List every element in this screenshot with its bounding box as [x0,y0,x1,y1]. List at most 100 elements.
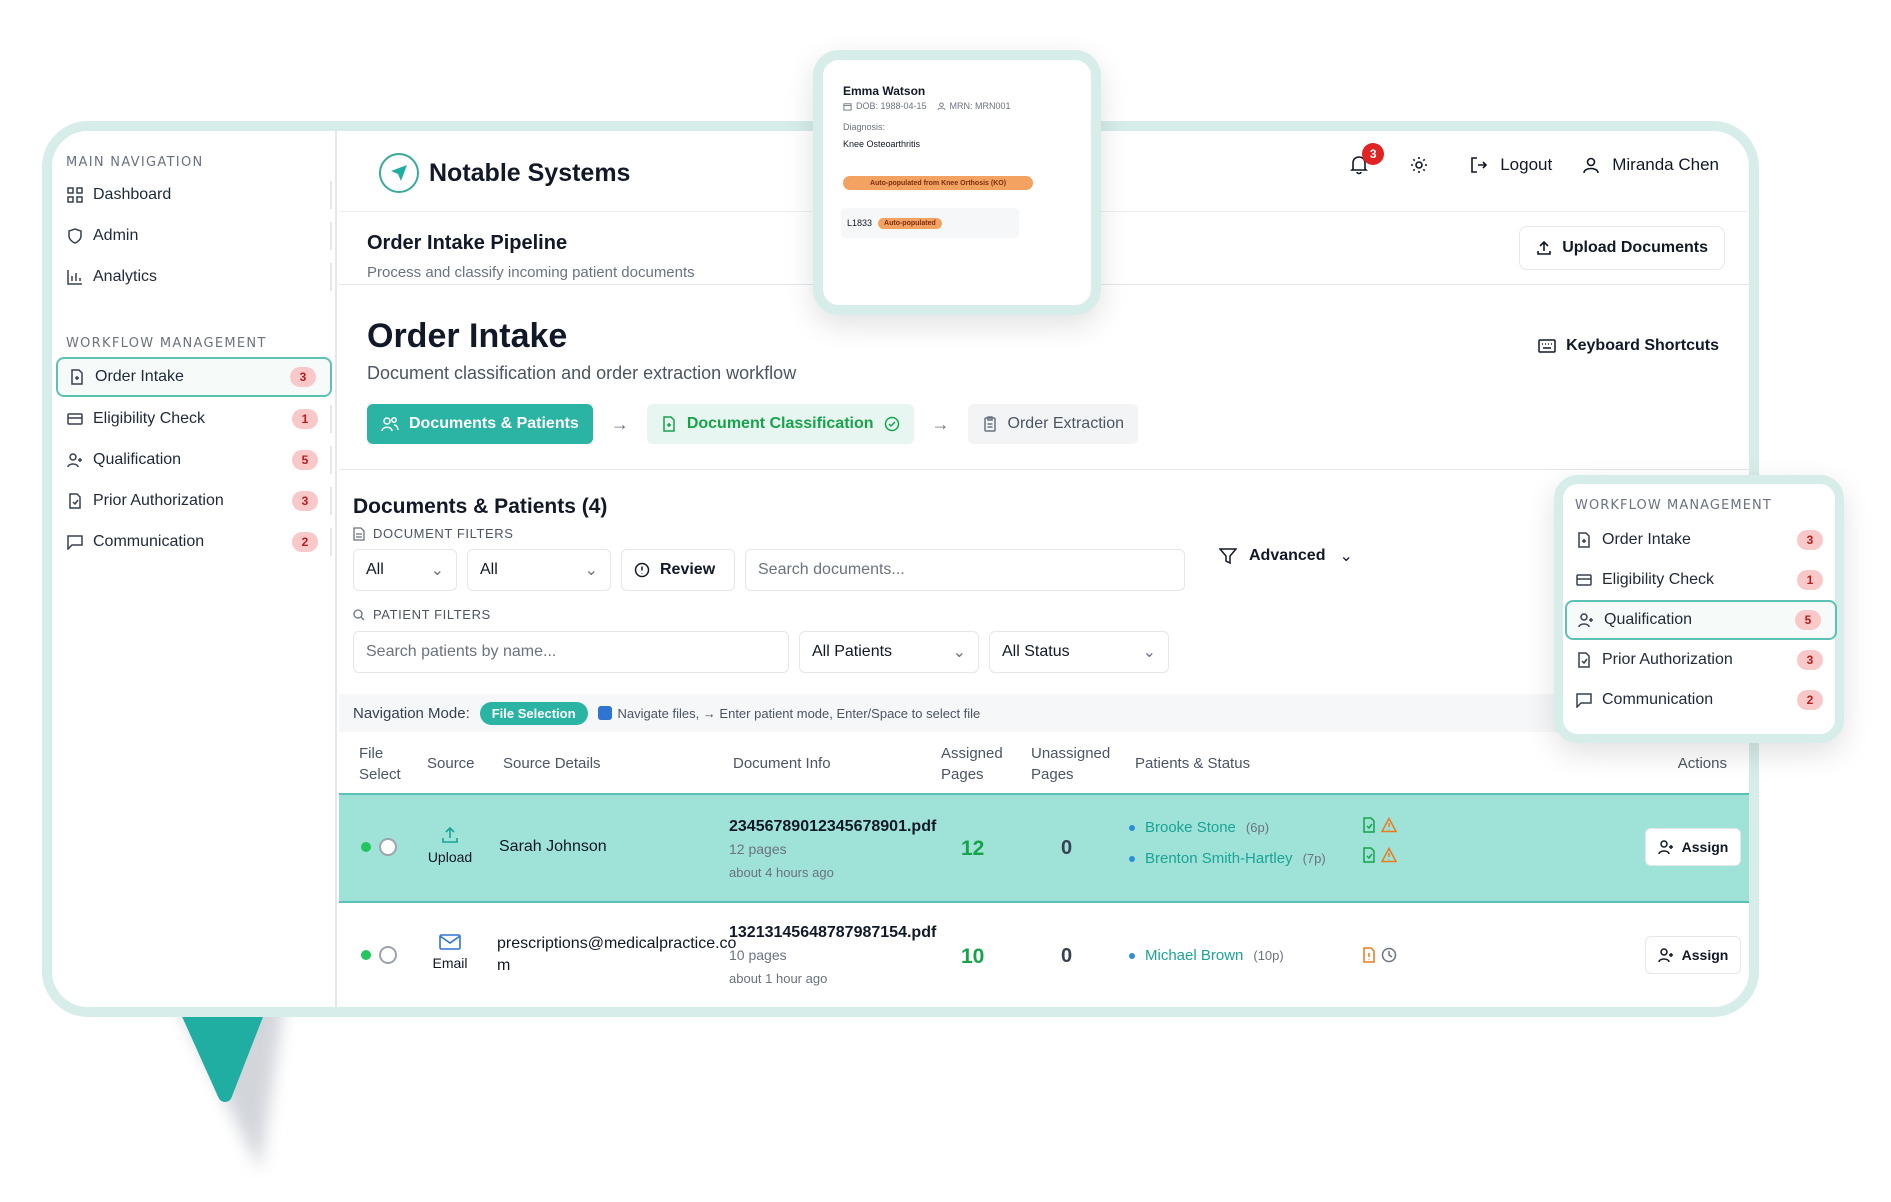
count-badge: 2 [292,532,318,552]
sidebar-item-label: Eligibility Check [1602,571,1715,588]
keyboard-icon [1538,339,1556,353]
file-select-radio[interactable] [379,838,397,856]
search-patients-input[interactable]: Search patients by name... [353,631,789,673]
unassigned-pages: 0 [1061,837,1073,859]
sidebar-item-eligibility-check[interactable]: Eligibility Check 1 [56,399,332,439]
file-name[interactable]: 23456789012345678901.pdf [729,815,936,838]
header-line: Pages [1031,766,1074,783]
header-actions: 3 Logout Miranda Chen [1320,143,1719,175]
logout-button[interactable]: Logout [1470,155,1552,175]
timestamp: about 1 hour ago [729,971,828,986]
navigation-mode-bar: Navigation Mode: File Selection Navigate… [339,694,1749,732]
header-line: Unassigned [1031,745,1111,762]
step-documents-patients[interactable]: Documents & Patients [367,404,593,444]
unassigned-pages: 0 [1061,945,1073,967]
patient-link[interactable]: Michael Brown (10p) [1129,947,1284,964]
file-check-icon [1363,817,1375,833]
keyboard-shortcuts-button[interactable]: Keyboard Shortcuts [1538,337,1719,355]
search-documents-input[interactable]: Search documents... [745,549,1185,591]
check-circle-icon [884,416,899,432]
file-select-radio[interactable] [379,946,397,964]
brand-logo[interactable]: Notable Systems [379,153,630,193]
assign-button[interactable]: Assign [1645,828,1741,866]
advanced-filters-button[interactable]: Advanced ⌄ [1219,546,1353,566]
search-icon [353,608,365,620]
source-details: prescriptions@medicalpractice.co m [497,933,736,977]
sidebar-item-label: Communication [1602,691,1714,708]
patient-name: Brooke Stone [1145,819,1236,836]
sidebar-item-communication[interactable]: Communication 2 [56,522,332,562]
sidebar-item-label: Qualification [93,451,182,468]
assign-button[interactable]: Assign [1645,936,1741,974]
step-label: Documents & Patients [409,415,579,432]
sidebar-item-analytics[interactable]: Analytics [56,257,332,297]
col-header-patients-status: Patients & Status [1135,755,1251,772]
filter-icon [1219,548,1237,565]
chevron-down-icon: ⌄ [584,562,598,579]
patient-pages: (7p) [1302,851,1326,866]
sidebar: MAIN NAVIGATION Dashboard Admin Analytic… [52,131,337,1007]
assigned-pages: 12 [961,837,985,860]
user-plus-icon [1657,840,1673,855]
document-type-select[interactable]: All ⌄ [353,549,457,591]
mrn: MRN: MRN001 [949,101,1011,111]
brand-name: Notable Systems [429,158,631,187]
documents-title: Documents & Patients (4) [353,495,608,518]
sidebar-item-eligibility-check[interactable]: Eligibility Check 1 [1565,560,1837,600]
warning-icon [1381,817,1397,833]
upload-documents-button[interactable]: Upload Documents [1519,226,1725,270]
keyboard-shortcuts-label: Keyboard Shortcuts [1566,337,1719,354]
table-row[interactable]: Email prescriptions@medicalpractice.co m… [339,905,1749,1007]
sidebar-item-label: Qualification [1604,611,1693,628]
sidebar-item-qualification[interactable]: Qualification 5 [56,440,332,480]
sidebar-item-label: Dashboard [93,186,172,203]
step-order-extraction[interactable]: Order Extraction [967,404,1138,444]
sidebar-item-dashboard[interactable]: Dashboard [56,175,332,215]
logout-label: Logout [1500,155,1553,174]
chevron-down-icon: ⌄ [1142,644,1156,661]
patient-link[interactable]: Brooke Stone (6p) [1129,819,1326,836]
user-plus-icon [1657,948,1673,963]
sidebar-item-order-intake[interactable]: Order Intake 3 [56,357,332,397]
user-icon [936,101,946,110]
divider [330,181,332,209]
divider [330,405,332,433]
count-badge: 3 [1797,530,1823,550]
select-value: All Patients [812,643,893,660]
assign-label: Assign [1681,947,1729,963]
step-label: Order Extraction [1007,415,1124,432]
header-line: Pages [941,766,984,783]
status-select[interactable]: All Status ⌄ [989,631,1169,673]
bar-chart-icon [66,268,84,286]
pipeline-subtitle: Process and classify incoming patient do… [367,264,695,281]
stage: MAIN NAVIGATION Dashboard Admin Analytic… [0,0,1891,1202]
divider [330,222,332,250]
file-name[interactable]: 13213145648787987154.pdf [729,921,936,944]
col-header-unassigned-pages: Unassigned Pages [1031,743,1110,785]
step-document-classification[interactable]: Document Classification [646,404,914,444]
chevron-down-icon: ⌄ [952,644,966,661]
settings-button[interactable] [1410,156,1440,174]
review-button[interactable]: Review [621,549,735,591]
patient-link[interactable]: Brenton Smith-Hartley (7p) [1129,850,1326,867]
main-navigation-title: MAIN NAVIGATION [66,155,204,170]
file-icon [68,368,86,386]
sidebar-item-order-intake[interactable]: Order Intake 3 [1565,520,1837,560]
document-status-select[interactable]: All ⌄ [467,549,611,591]
table-row[interactable]: Upload Sarah Johnson 2345678901234567890… [339,793,1749,903]
sidebar-item-prior-authorization[interactable]: Prior Authorization 3 [1565,640,1837,680]
arrow-right-icon: → [931,413,950,434]
workflow-management-title: WORKFLOW MANAGEMENT [1575,498,1772,513]
nav-mode-pill[interactable]: File Selection [479,701,588,725]
logout-icon [1471,157,1488,173]
notifications-button[interactable]: 3 [1350,143,1385,175]
sidebar-item-qualification[interactable]: Qualification 5 [1565,600,1837,640]
document-icon [353,526,365,541]
patients-select[interactable]: All Patients ⌄ [799,631,979,673]
sidebar-item-communication[interactable]: Communication 2 [1565,680,1837,720]
dob: DOB: 1988-04-15 [856,101,927,111]
sidebar-item-prior-authorization[interactable]: Prior Authorization 3 [56,481,332,521]
patient-popover-card: Emma Watson DOB: 1988-04-15 MRN: MRN001 … [813,50,1101,315]
user-menu[interactable]: Miranda Chen [1582,155,1719,175]
sidebar-item-admin[interactable]: Admin [56,216,332,256]
